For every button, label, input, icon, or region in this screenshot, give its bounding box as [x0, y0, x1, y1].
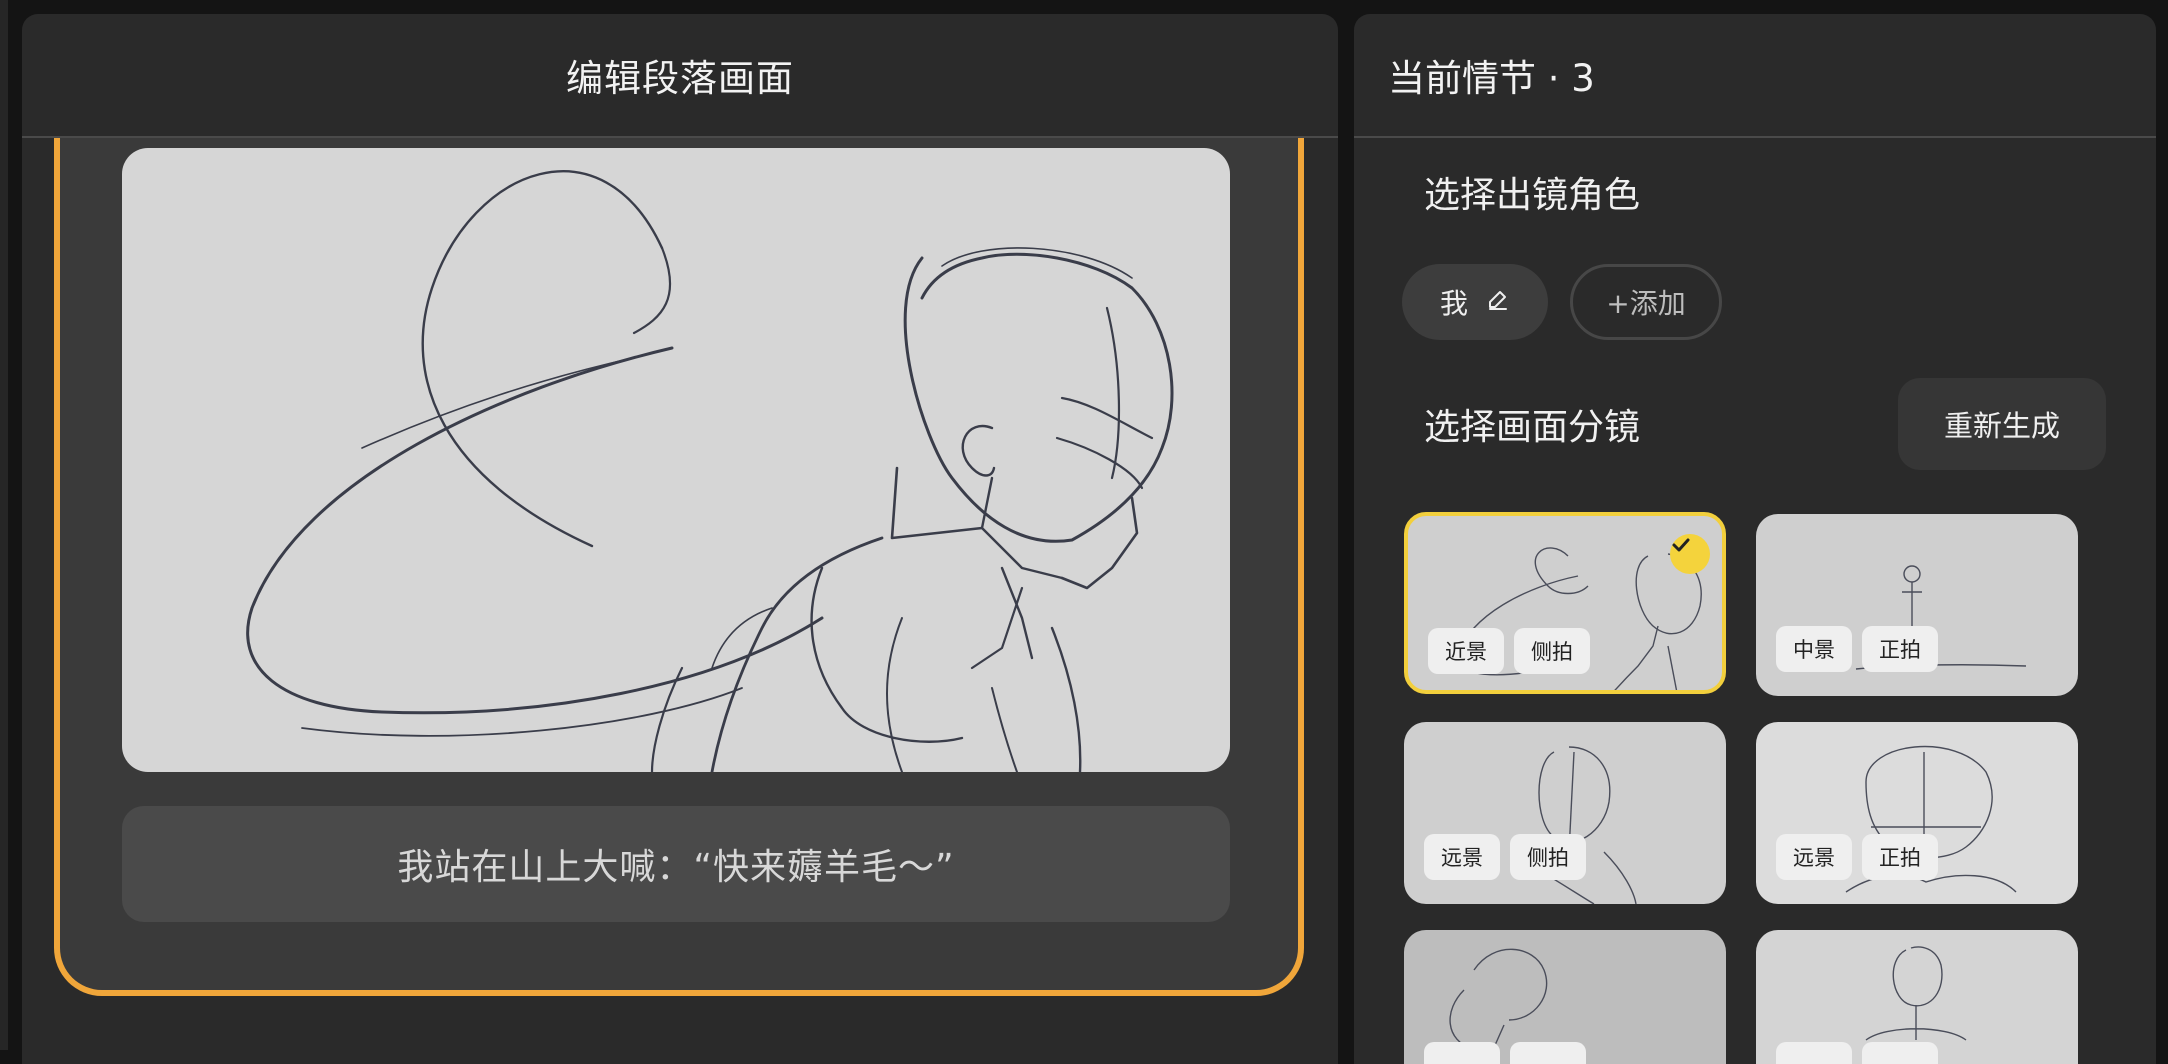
- regenerate-button[interactable]: 重新生成: [1898, 378, 2106, 470]
- shot-tag-angle: 侧拍: [1510, 834, 1586, 880]
- add-role-button[interactable]: +添加: [1570, 264, 1722, 340]
- shot-tag-distance: 近景: [1428, 628, 1504, 674]
- shot-tag-angle: 侧拍: [1514, 628, 1590, 674]
- roles-section-title: 选择出镜角色: [1424, 175, 1641, 216]
- shot-option-6[interactable]: [1756, 930, 2078, 1064]
- edit-frame-panel: 编辑段落画面 我站在山上大喊：“快来薅羊毛～”: [22, 14, 1338, 1064]
- shot-tag-distance: 远景: [1424, 834, 1500, 880]
- shot-tag-angle: 正拍: [1862, 626, 1938, 672]
- role-chip-me[interactable]: 我: [1402, 264, 1548, 340]
- selected-check-icon: [1670, 534, 1710, 574]
- shot-tag-angle: [1510, 1042, 1586, 1064]
- pencil-icon[interactable]: [1486, 286, 1510, 319]
- shot-option-4[interactable]: 远景 正拍: [1756, 722, 2078, 904]
- shot-option-5[interactable]: [1404, 930, 1726, 1064]
- plot-panel: 当前情节 · 3 选择出镜角色 我 +添加 选择画面分镜 重新生成 近景 侧拍: [1354, 14, 2156, 1064]
- frame-sketch-image[interactable]: [122, 148, 1230, 772]
- panel-title: 编辑段落画面: [22, 14, 1338, 138]
- shot-option-1[interactable]: 近景 侧拍: [1404, 512, 1726, 694]
- shot-tag-angle: 正拍: [1862, 834, 1938, 880]
- left-edge-strip: [0, 0, 8, 1050]
- shots-section-title: 选择画面分镜: [1424, 407, 1641, 448]
- plot-title: 当前情节 · 3: [1354, 14, 2156, 138]
- role-name: 我: [1439, 287, 1468, 320]
- shot-tag-distance: [1424, 1042, 1500, 1064]
- shot-tag-distance: [1776, 1042, 1852, 1064]
- frame-caption[interactable]: 我站在山上大喊：“快来薅羊毛～”: [122, 806, 1230, 922]
- shot-option-2[interactable]: 中景 正拍: [1756, 514, 2078, 696]
- shot-option-3[interactable]: 远景 侧拍: [1404, 722, 1726, 904]
- shot-tag-distance: 远景: [1776, 834, 1852, 880]
- shot-tag-distance: 中景: [1776, 626, 1852, 672]
- shot-tag-angle: [1862, 1042, 1938, 1064]
- frame-card[interactable]: 我站在山上大喊：“快来薅羊毛～”: [54, 138, 1304, 996]
